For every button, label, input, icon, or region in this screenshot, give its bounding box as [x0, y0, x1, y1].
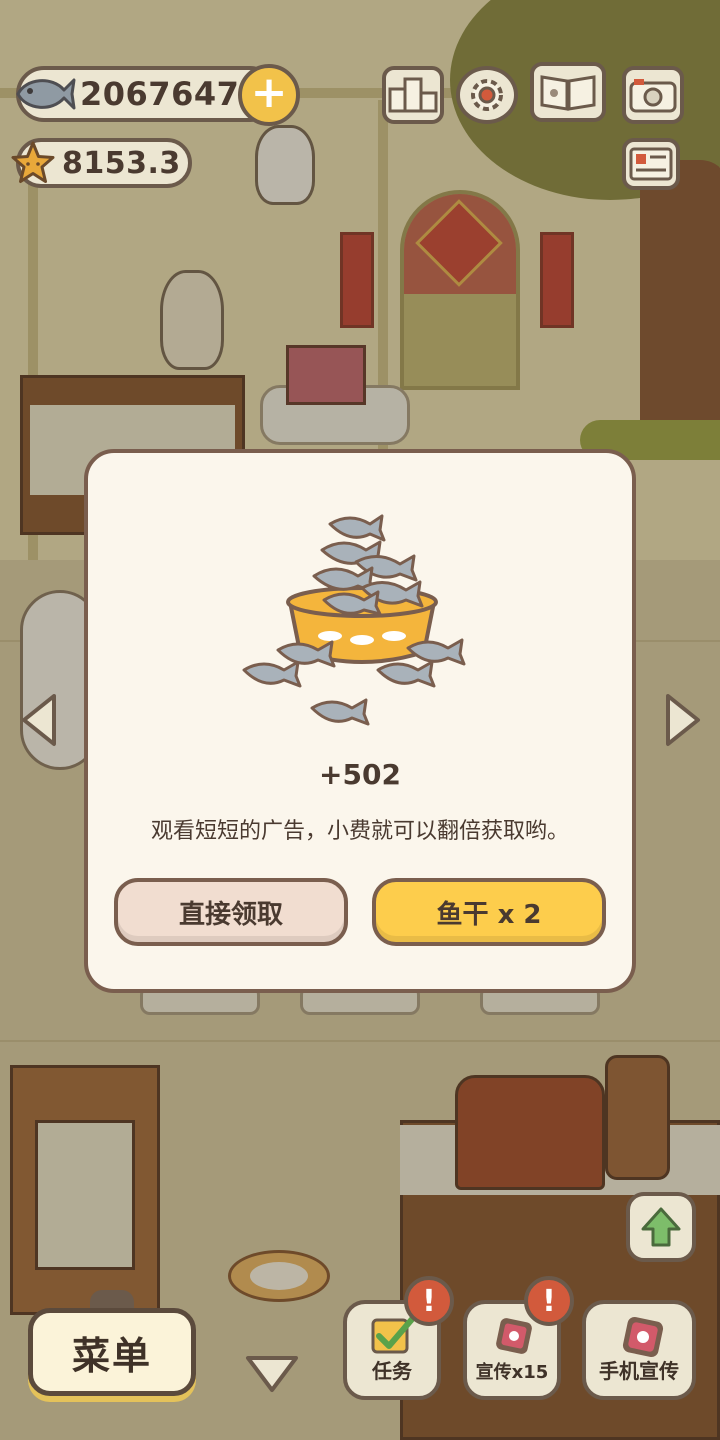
add-fish-button[interactable]: +: [238, 64, 300, 126]
dried-fish-icon: [16, 78, 76, 110]
notice-board-button[interactable]: [622, 138, 680, 190]
phone-promote-button[interactable]: 手机宣传: [582, 1300, 696, 1400]
star-rating: 8153.3: [62, 145, 181, 181]
fish-count: 2067647: [80, 75, 240, 113]
collapse-arrow-icon[interactable]: [242, 1352, 302, 1396]
promote-label: 宣传x15: [475, 1362, 549, 1383]
alert-icon: !: [542, 1283, 556, 1319]
alert-icon: !: [422, 1283, 436, 1319]
menu-label: 菜单: [71, 1333, 152, 1378]
double-reward-button[interactable]: 鱼干 x 2: [372, 878, 606, 946]
cat-album-button[interactable]: [530, 62, 606, 122]
reward-description: 观看短短的广告，小费就可以翻倍获取哟。: [150, 819, 569, 844]
phone-promote-label: 手机宣传: [599, 1359, 679, 1383]
expand-button[interactable]: [626, 1192, 696, 1262]
menu-button[interactable]: 菜单: [28, 1308, 196, 1396]
plus-icon: +: [250, 67, 288, 118]
green-up-arrow-icon: [641, 1207, 681, 1247]
ranking-icon: [388, 77, 438, 113]
claim-directly-button[interactable]: 直接领取: [114, 878, 348, 946]
previous-area-arrow-icon[interactable]: [16, 690, 60, 750]
notice-card-icon: [629, 147, 673, 181]
task-checkbox-icon: [371, 1315, 416, 1354]
star-icon: [11, 141, 55, 183]
promo-phone-icon: [496, 1318, 532, 1354]
ranking-button[interactable]: [382, 66, 444, 124]
tasks-alert-badge: !: [404, 1276, 454, 1326]
fish-bowl-reward-icon: [242, 514, 466, 726]
gear-icon: [471, 79, 503, 111]
next-area-arrow-icon[interactable]: [662, 690, 706, 750]
tasks-label: 任务: [372, 1359, 412, 1383]
paw-book-icon: [540, 75, 596, 111]
reward-amount: +502: [319, 758, 401, 791]
camera-icon: [629, 79, 677, 113]
camera-button[interactable]: [622, 66, 684, 124]
settings-button[interactable]: [456, 66, 518, 124]
promote-alert-badge: !: [524, 1276, 574, 1326]
